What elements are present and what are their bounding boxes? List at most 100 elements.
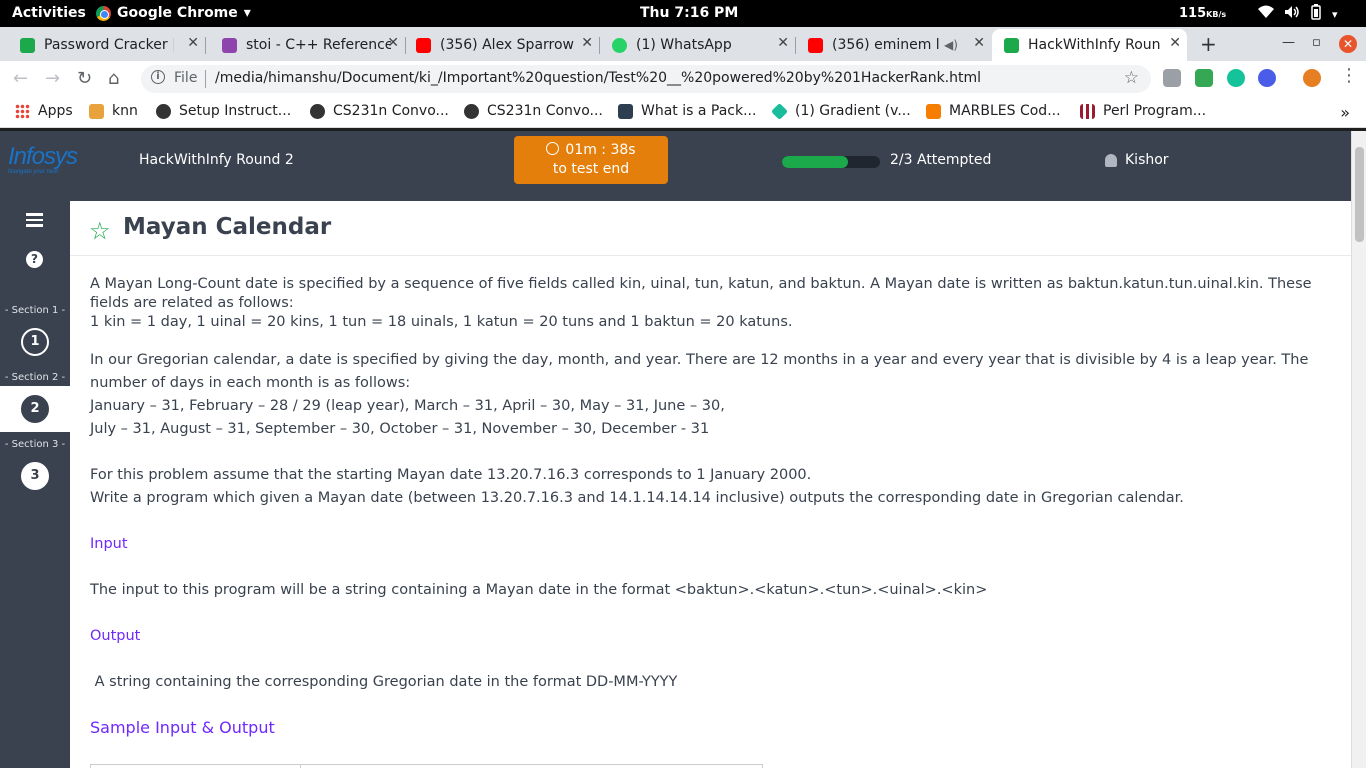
chrome-icon [96,5,111,21]
address-bar[interactable]: i File /media/himanshu/Document/ki_/Impo… [141,65,1151,93]
problem-title: Mayan Calendar [123,214,332,240]
tab-password-cracker[interactable]: Password Cracker | ✕ [0,29,206,61]
tab-strip: Password Cracker | ✕ stoi - C++ Referenc… [0,27,1366,61]
web-page: Infosys Navigate your next HackWithInfy … [0,131,1366,768]
net-speed-unit: KB/s [1206,10,1227,19]
close-tab-icon[interactable]: ✕ [387,35,399,51]
contest-title: HackWithInfy Round 2 [139,152,294,168]
bookmark-gradient[interactable]: (1) Gradient (v... [771,102,911,120]
help-icon[interactable]: ? [26,251,43,268]
restore-icon[interactable]: ▫ [1312,35,1321,50]
clock[interactable]: Thu 7:16 PM [640,5,738,21]
bookmark-knn[interactable]: knn [89,103,138,119]
close-window-icon[interactable]: ✕ [1339,35,1357,53]
hackerrank-icon [20,37,35,53]
tab-title: stoi - C++ Reference [246,37,391,53]
folder-icon [89,103,104,119]
section-3-button[interactable]: 3 [21,462,49,490]
tab-separator [795,37,796,54]
timer-caption: to test end [552,161,630,177]
bookmark-apps[interactable]: Apps [15,103,73,119]
statement-paragraph: Write a program which given a Mayan date… [90,490,1184,506]
tab-stoi-reference[interactable]: stoi - C++ Reference ✕ [220,29,406,61]
section-2-label: - Section 2 - [4,372,66,383]
url-text[interactable]: /media/himanshu/Document/ki_/Important%2… [215,70,981,86]
system-tray[interactable]: ▾ [1258,4,1338,24]
question-list-icon[interactable] [26,213,43,230]
reload-icon[interactable]: ↻ [77,68,92,89]
grammarly-icon[interactable] [1227,69,1245,87]
chrome-menu-icon[interactable]: ⋮ [1340,65,1358,86]
close-tab-icon[interactable]: ✕ [1169,35,1181,51]
activities-button[interactable]: Activities [12,5,86,21]
power-menu-caret-icon: ▾ [1332,7,1338,21]
bookmark-cs231n-1[interactable]: CS231n Convo... [310,103,449,119]
page-scrollbar[interactable] [1351,131,1366,768]
bookmark-question-star-icon[interactable]: ☆ [89,217,111,245]
close-tab-icon[interactable]: ✕ [581,35,593,51]
sample-table [90,764,763,768]
bookmark-perl-programming[interactable]: Perl Program... [1080,103,1206,119]
url-scheme: File [174,70,198,86]
extension-icon[interactable] [1258,69,1276,87]
youtube-icon [808,37,823,53]
tab-hackwithinfy[interactable]: HackWithInfy Roun ✕ [992,29,1187,61]
hackerrank-icon [1004,37,1019,53]
section-3-label: - Section 3 - [4,439,66,450]
timer-value: 01m : 38s [565,142,636,158]
user-menu[interactable]: Kishor [1105,152,1169,168]
scrollbar-thumb[interactable] [1355,147,1364,242]
tab-separator [205,37,206,54]
section-2-active-row[interactable]: 2 [0,386,70,432]
bookmark-label: Perl Program... [1103,103,1207,119]
bookmark-what-is-a-package[interactable]: What is a Pack... [618,103,756,119]
apps-grid-icon [15,103,30,119]
section-1-button[interactable]: 1 [21,328,49,356]
bookmark-star-icon[interactable]: ☆ [1124,68,1139,88]
audio-playing-icon[interactable]: ◀) [944,38,958,52]
system-top-bar: Activities Google Chrome ▾ Thu 7:16 PM 1… [0,0,1366,27]
close-tab-icon[interactable]: ✕ [187,35,199,51]
caret-down-icon: ▾ [243,5,251,21]
download-extension-icon[interactable] [1195,69,1213,87]
close-tab-icon[interactable]: ✕ [973,35,985,51]
new-tab-button[interactable]: + [1200,32,1217,56]
attempt-progress-fill [782,156,848,168]
bookmark-label: Setup Instruct... [179,103,292,119]
bookmark-marbles[interactable]: MARBLES Cod... [926,103,1061,119]
bookmark-label: knn [112,103,138,119]
bookmark-cs231n-2[interactable]: CS231n Convo... [464,103,603,119]
statement-paragraph: July – 31, August – 31, September – 30, … [90,421,710,437]
gradient-icon [771,102,788,120]
back-arrow-icon[interactable]: ← [13,68,28,89]
home-icon[interactable]: ⌂ [108,68,119,89]
minimize-icon[interactable]: — [1282,35,1295,50]
tab-eminem[interactable]: (356) eminem lo ◀) ✕ [806,29,991,61]
tab-alex-sparrow[interactable]: (356) Alex Sparrow ✕ [414,29,600,61]
logo-text: Infosys [8,143,78,170]
close-tab-icon[interactable]: ✕ [777,35,789,51]
info-icon[interactable]: i [151,70,165,84]
tab-title: HackWithInfy Roun [1028,37,1161,53]
bookmark-label: CS231n Convo... [487,103,603,119]
bookmarks-overflow-icon[interactable]: » [1340,103,1350,122]
app-menu[interactable]: Google Chrome ▾ [96,5,251,21]
net-speed-value: 115 [1179,6,1207,21]
whatsapp-icon [612,37,627,53]
statement-paragraph: 1 kin = 1 day, 1 uinal = 20 kins, 1 tun … [90,314,793,330]
tab-whatsapp[interactable]: (1) WhatsApp ✕ [610,29,796,61]
tab-title: (356) eminem lo [832,37,940,53]
profile-avatar-icon[interactable] [1303,69,1321,87]
section-1-label: - Section 1 - [4,305,66,316]
tab-separator [599,37,600,54]
output-description: A string containing the corresponding Gr… [90,674,678,690]
shield-extension-icon[interactable] [1163,69,1181,87]
volume-icon [1284,5,1300,23]
shield-icon [618,103,633,119]
forward-arrow-icon[interactable]: → [45,68,60,89]
github-icon [156,103,171,119]
bookmarks-bar: Apps knn Setup Instruct... CS231n Convo.… [0,97,1366,128]
section-2-button[interactable]: 2 [21,395,49,423]
test-timer: 01m : 38s to test end [514,136,668,184]
bookmark-setup-instructions[interactable]: Setup Instruct... [156,103,291,119]
